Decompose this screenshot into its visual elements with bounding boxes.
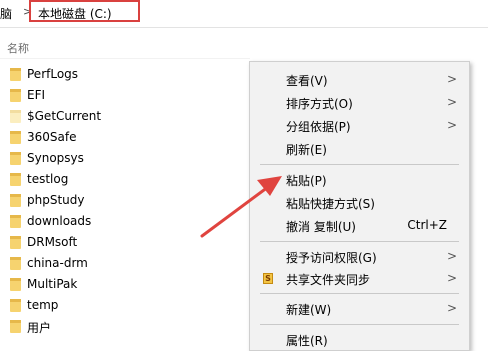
arrow-shaft	[200, 185, 270, 238]
annotation-arrow-icon	[200, 176, 282, 238]
